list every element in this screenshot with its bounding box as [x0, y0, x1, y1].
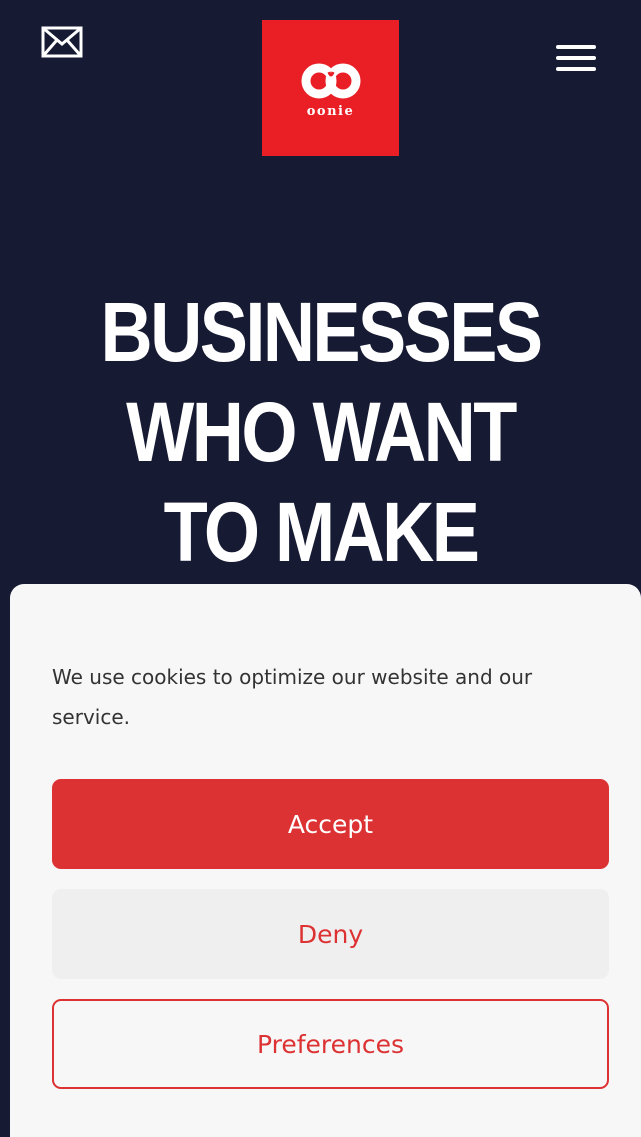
infinity-loop-icon	[301, 63, 360, 98]
deny-cookies-button[interactable]: Deny	[52, 889, 609, 979]
cookie-preferences-button[interactable]: Preferences	[52, 999, 609, 1089]
menu-bar-icon	[556, 45, 596, 49]
logo-text: oonie	[306, 103, 355, 119]
accept-cookies-button[interactable]: Accept	[52, 779, 609, 869]
menu-bar-icon	[556, 67, 596, 71]
hero-title: BUSINESSES WHO WANT TO MAKE	[45, 282, 596, 582]
hamburger-menu-button[interactable]	[548, 36, 604, 80]
hero-title-line: BUSINESSES	[100, 285, 543, 379]
cookie-message: We use cookies to optimize our website a…	[52, 665, 533, 729]
menu-bar-icon	[556, 56, 596, 60]
cookie-consent-banner: We use cookies to optimize our website a…	[10, 584, 641, 1137]
hero-title-line: TO MAKE	[163, 485, 480, 579]
site-header: oonie	[0, 0, 641, 170]
brand-logo[interactable]: oonie	[262, 20, 399, 156]
contact-mail-button[interactable]	[38, 22, 86, 62]
envelope-icon	[41, 26, 83, 58]
hero-title-line: WHO WANT	[126, 385, 517, 479]
